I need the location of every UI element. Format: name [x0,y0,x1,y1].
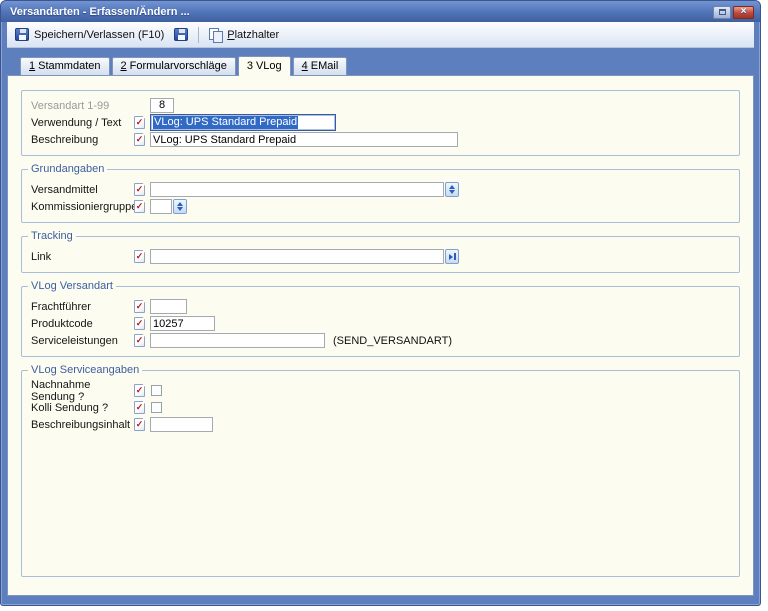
versandmittel-input[interactable] [150,182,444,197]
field-row-frachtfuehrer: Frachtführer [31,298,730,315]
tab-number: 2 [121,60,127,72]
tab-label: EMail [311,60,339,72]
field-row-kolli: Kolli Sendung ? [31,399,730,416]
field-row-produktcode: Produktcode [31,315,730,332]
label-beschreibungsinhalt: Beschreibungsinhalt [31,419,134,431]
tab-number: 3 [247,60,253,72]
label-link: Link [31,251,134,263]
link-open-button[interactable] [445,249,459,264]
restore-button[interactable] [713,6,731,19]
spinner-up-icon [449,185,455,189]
required-check-icon[interactable] [134,250,145,263]
tab-number: 4 [302,60,308,72]
frachtfuehrer-input[interactable] [150,299,187,314]
tab-email[interactable]: 4EMail [293,57,348,75]
tab-stammdaten[interactable]: 1Stammdaten [20,57,110,75]
group-vlog-serviceangaben: VLog Serviceangaben Nachnahme Sendung ? … [21,370,740,577]
restore-icon [719,9,726,15]
kolli-checkbox[interactable] [151,402,162,413]
required-check-icon[interactable] [134,384,145,397]
save-icon [15,28,29,41]
save-icon [174,28,188,41]
field-row-versandmittel: Versandmittel [31,181,730,198]
tab-label: Stammdaten [38,60,100,72]
required-check-icon[interactable] [134,200,145,213]
required-check-icon[interactable] [134,334,145,347]
save-exit-label: Speichern/Verlassen (F10) [34,29,164,41]
spinner-up-icon [177,202,183,206]
label-kommissioniergruppe: Kommissioniergruppe [31,201,134,213]
group-key-data: Versandart 1-99 8 Verwendung / Text VLog… [21,90,740,156]
label-produktcode: Produktcode [31,318,134,330]
tab-formularvorschlaege[interactable]: 2Formularvorschläge [112,57,236,75]
versandart-value: 8 [150,98,174,113]
serviceleistungen-input[interactable] [150,333,325,348]
field-row-nachnahme: Nachnahme Sendung ? [31,382,730,399]
field-row-serviceleistungen: Serviceleistungen (SEND_VERSANDART) [31,332,730,349]
label-kolli: Kolli Sendung ? [31,402,134,414]
group-title: VLog Serviceangaben [28,364,142,376]
selected-text: VLog: UPS Standard Prepaid [153,116,298,129]
group-grundangaben: Grundangaben Versandmittel Kommissionier… [21,169,740,223]
send-versandart-hint: (SEND_VERSANDART) [333,335,452,347]
field-row-link: Link [31,248,730,265]
dialog-window: Versandarten - Erfassen/Ändern ... × Spe… [0,0,761,606]
field-row-kommissioniergruppe: Kommissioniergruppe [31,198,730,215]
spinner-down-icon [449,190,455,194]
window-title: Versandarten - Erfassen/Ändern ... [10,6,190,18]
label-beschreibung: Beschreibung [31,134,134,146]
tab-number: 1 [29,60,35,72]
required-check-icon[interactable] [134,317,145,330]
label-verwendung: Verwendung / Text [31,117,134,129]
arrow-right-icon [449,254,453,260]
tab-strip: 1Stammdaten 2Formularvorschläge 3VLog 4E… [7,51,754,75]
label-serviceleistungen: Serviceleistungen [31,335,134,347]
kommissioniergruppe-input[interactable] [150,199,172,214]
toolbar: Speichern/Verlassen (F10) Platzhalter [7,22,754,48]
beschreibungsinhalt-input[interactable] [150,417,213,432]
platzhalter-label: Platzhalter [227,29,279,41]
label-nachnahme: Nachnahme Sendung ? [31,379,134,403]
required-check-icon[interactable] [134,418,145,431]
platzhalter-button[interactable]: Platzhalter [205,26,283,44]
produktcode-input[interactable] [150,316,215,331]
group-tracking: Tracking Link [21,236,740,273]
beschreibung-input[interactable] [150,132,458,147]
group-title: VLog Versandart [28,280,116,292]
save-exit-button[interactable]: Speichern/Verlassen (F10) [11,26,168,43]
field-row-beschreibung: Beschreibung [31,131,730,148]
required-check-icon[interactable] [134,116,145,129]
group-vlog-versandart: VLog Versandart Frachtführer Produktcode… [21,286,740,357]
tab-panel-vlog: Versandart 1-99 8 Verwendung / Text VLog… [7,75,754,596]
tab-vlog[interactable]: 3VLog [238,56,291,76]
versandmittel-spinner[interactable] [445,182,459,197]
save-button[interactable] [170,26,192,43]
field-row-beschreibungsinhalt: Beschreibungsinhalt [31,416,730,433]
link-input[interactable] [150,249,444,264]
required-check-icon[interactable] [134,183,145,196]
close-button[interactable]: × [733,6,754,19]
title-bar: Versandarten - Erfassen/Ändern ... × [1,1,760,22]
toolbar-separator [198,27,199,43]
required-check-icon[interactable] [134,133,145,146]
field-row-verwendung: Verwendung / Text VLog: UPS Standard Pre… [31,114,730,131]
kommissioniergruppe-spinner[interactable] [173,199,187,214]
verwendung-input[interactable]: VLog: UPS Standard Prepaid [150,114,336,131]
window-controls: × [713,6,754,19]
tab-label: VLog [256,60,282,72]
nachnahme-checkbox[interactable] [151,385,162,396]
required-check-icon[interactable] [134,401,145,414]
group-title: Tracking [28,230,76,242]
label-versandart: Versandart 1-99 [31,100,134,112]
required-check-icon[interactable] [134,300,145,313]
close-icon: × [741,7,747,17]
label-versandmittel: Versandmittel [31,184,134,196]
spinner-down-icon [177,207,183,211]
label-frachtfuehrer: Frachtführer [31,301,134,313]
copy-icon [209,28,222,42]
group-title: Grundangaben [28,163,107,175]
field-row-versandart: Versandart 1-99 8 [31,97,730,114]
tab-label: Formularvorschläge [130,60,227,72]
